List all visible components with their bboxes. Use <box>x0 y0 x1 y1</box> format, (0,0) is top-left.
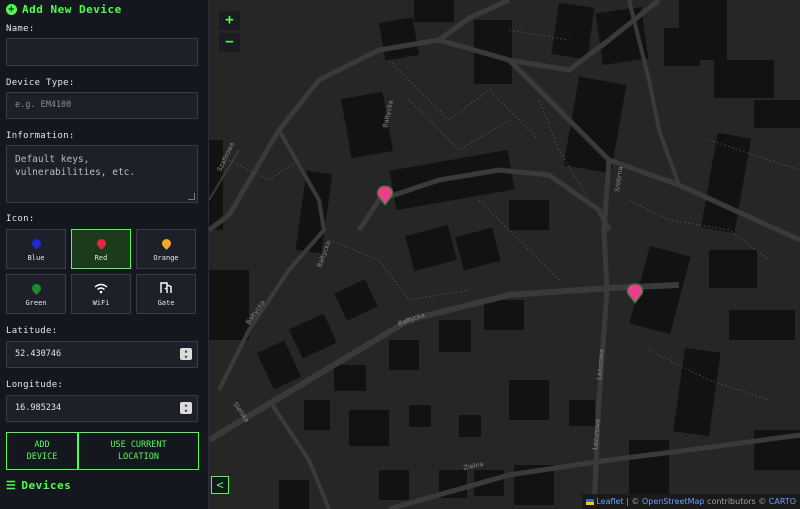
icon-option-wifi[interactable]: WiFi <box>71 274 131 314</box>
sidebar: + Add New Device Name: Device Type: e.g.… <box>0 0 209 509</box>
icon-option-label: Red <box>94 254 108 262</box>
longitude-input[interactable]: 16.985234 ▴ ▾ <box>6 395 198 422</box>
device-type-label: Device Type: <box>6 78 75 88</box>
attribution-separator: | © <box>623 497 642 506</box>
devices-title: Devices <box>21 479 72 492</box>
add-device-button-line1: ADD <box>34 440 50 450</box>
icon-option-label: Green <box>25 299 47 307</box>
map-tiles: Bałtycka Bałtycka Bałtycka Lazurowa Lazu… <box>209 0 800 509</box>
collapse-sidebar-button[interactable]: < <box>211 476 229 494</box>
red-pin-icon <box>94 237 108 250</box>
longitude-stepper[interactable]: ▴ ▾ <box>180 402 192 415</box>
map-attribution: Leaflet | © OpenStreetMap contributors ©… <box>581 494 800 509</box>
icon-option-orange[interactable]: Orange <box>136 229 196 269</box>
zoom-in-button[interactable]: + <box>219 11 240 30</box>
add-device-title: Add New Device <box>22 3 122 16</box>
resize-handle[interactable] <box>188 193 195 200</box>
longitude-value: 16.985234 <box>15 403 62 413</box>
icon-option-label: WiFi <box>92 299 110 307</box>
name-input[interactable] <box>6 38 198 66</box>
information-textarea[interactable]: Default keys, vulnerabilities, etc. <box>6 145 198 203</box>
icon-option-label: Gate <box>157 299 175 307</box>
orange-pin-icon <box>159 237 173 250</box>
openstreetmap-link[interactable]: OpenStreetMap <box>642 497 705 506</box>
longitude-label: Longitude: <box>6 380 64 390</box>
icon-label: Icon: <box>6 214 35 224</box>
icon-option-label: Blue <box>27 254 45 262</box>
list-icon: ☰ <box>6 479 17 492</box>
add-device-header: + Add New Device <box>6 3 122 16</box>
information-placeholder-line2: vulnerabilities, etc. <box>15 167 136 178</box>
leaflet-link[interactable]: Leaflet <box>596 497 623 506</box>
add-device-button-line2: DEVICE <box>26 452 58 462</box>
use-location-button-line2: LOCATION <box>118 452 159 462</box>
wifi-icon <box>94 283 108 294</box>
icon-option-blue[interactable]: Blue <box>6 229 66 269</box>
blue-pin-icon <box>29 237 43 250</box>
icon-option-label: Orange <box>153 254 179 262</box>
green-pin-icon <box>29 282 43 295</box>
map[interactable]: Bałtycka Bałtycka Bałtycka Lazurowa Lazu… <box>209 0 800 509</box>
information-placeholder-line1: Default keys, <box>15 154 90 165</box>
use-location-button-line1: USE CURRENT <box>110 440 167 450</box>
latitude-input[interactable]: 52.430746 ▴ ▾ <box>6 341 198 368</box>
add-device-button[interactable]: ADD DEVICE <box>6 432 78 470</box>
plus-circle-icon: + <box>6 4 17 15</box>
icon-option-gate[interactable]: Gate <box>136 274 196 314</box>
zoom-out-button[interactable]: − <box>219 33 240 52</box>
latitude-label: Latitude: <box>6 326 58 336</box>
name-label: Name: <box>6 24 35 34</box>
use-current-location-button[interactable]: USE CURRENT LOCATION <box>78 432 199 470</box>
attribution-contributors: contributors © <box>704 497 769 506</box>
icon-option-red[interactable]: Red <box>71 229 131 269</box>
devices-header[interactable]: ☰ Devices <box>6 479 71 492</box>
carto-link[interactable]: CARTO <box>769 497 796 506</box>
gate-icon <box>160 282 172 293</box>
information-label: Information: <box>6 131 75 141</box>
ukraine-flag-icon <box>585 498 594 505</box>
icon-option-green[interactable]: Green <box>6 274 66 314</box>
latitude-stepper[interactable]: ▴ ▾ <box>180 348 192 361</box>
latitude-value: 52.430746 <box>15 349 62 359</box>
device-type-input[interactable]: e.g. EM4100 <box>6 92 198 119</box>
